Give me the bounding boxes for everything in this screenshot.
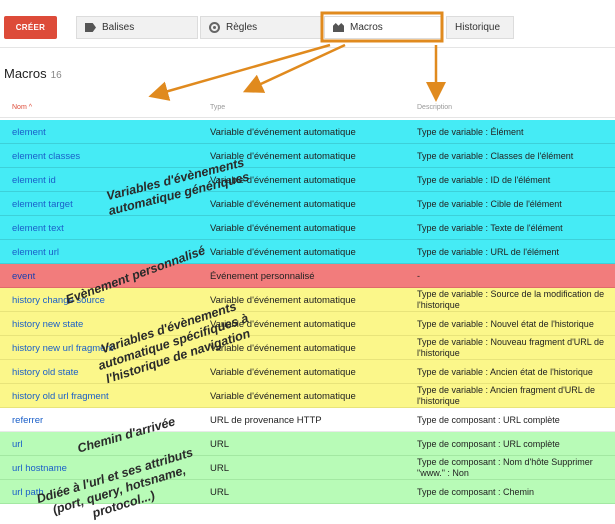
tab-label: Historique xyxy=(455,22,501,33)
tab-rules[interactable]: Règles xyxy=(200,16,322,39)
column-header-type[interactable]: Type xyxy=(210,104,225,111)
macro-type: URL de provenance HTTP xyxy=(210,414,322,426)
column-header-name[interactable]: Nom ^ xyxy=(12,104,32,111)
table-row[interactable]: element id Variable d'événement automatiq… xyxy=(0,168,615,192)
page-title-text: Macros xyxy=(4,66,47,81)
macro-type: Variable d'événement automatique xyxy=(210,198,356,210)
macro-type: URL xyxy=(210,462,230,474)
macro-name-link[interactable]: element classes xyxy=(12,144,202,168)
table-row[interactable]: history old url fragment Variable d'événe… xyxy=(0,384,615,408)
macro-description: Type de variable : Classes de l'élément xyxy=(417,150,574,161)
tab-label: Règles xyxy=(226,22,258,33)
macro-description: Type de composant : URL complète xyxy=(417,438,560,449)
rules-icon xyxy=(209,22,220,33)
macro-description: Type de variable : Cible de l'élément xyxy=(417,198,562,209)
macro-description: Type de variable : Ancien fragment d'URL… xyxy=(417,385,595,406)
macro-type: URL xyxy=(210,486,230,498)
macro-description: Type de composant : URL complète xyxy=(417,414,560,425)
macro-description: Type de variable : Source de la modifica… xyxy=(417,289,605,310)
macro-description: Type de variable : ID de l'élément xyxy=(417,174,551,185)
macro-count: 16 xyxy=(50,70,62,81)
macro-type: Variable d'événement automatique xyxy=(210,126,356,138)
table-row[interactable]: element classes Variable d'événement auto… xyxy=(0,144,615,168)
macro-type: Événement personnalisé xyxy=(210,270,315,282)
macro-type: Variable d'événement automatique xyxy=(210,246,356,258)
tab-history[interactable]: Historique xyxy=(446,16,514,39)
macro-description: Type de variable : Nouvel état de l'hist… xyxy=(417,318,594,329)
macro-type: Variable d'événement automatique xyxy=(210,222,356,234)
tab-macros[interactable]: Macros xyxy=(324,16,442,39)
macro-description: Type de variable : Nouveau fragment d'UR… xyxy=(417,337,604,358)
table-row[interactable]: history new state Variable d'événement au… xyxy=(0,312,615,336)
macro-description: Type de composant : Nom d'hôte Supprimer… xyxy=(417,457,593,478)
tab-label: Balises xyxy=(102,22,135,33)
arrow-to-type xyxy=(242,43,346,93)
table-row[interactable]: element Variable d'événement automatique T… xyxy=(0,120,615,144)
arrow-to-name xyxy=(148,43,331,101)
table-row[interactable]: history old state Variable d'événement au… xyxy=(0,360,615,384)
macro-description: Type de variable : Texte de l'élément xyxy=(417,222,563,233)
column-header-description[interactable]: Description xyxy=(417,104,452,111)
macro-icon xyxy=(333,23,344,32)
macro-type: Variable d'événement automatique xyxy=(210,390,356,402)
tab-label: Macros xyxy=(350,22,383,33)
macro-description: Type de variable : Élément xyxy=(417,126,524,137)
page-title: Macros 16 xyxy=(4,66,62,81)
macro-type: Variable d'événement automatique xyxy=(210,366,356,378)
macro-name-link[interactable]: element xyxy=(12,120,202,144)
create-button[interactable]: CRÉER xyxy=(4,16,57,39)
macro-type: URL xyxy=(210,438,230,450)
table-row[interactable]: element target Variable d'événement autom… xyxy=(0,192,615,216)
sort-up-icon: ^ xyxy=(28,104,33,111)
macro-description: Type de variable : URL de l'élément xyxy=(417,246,559,257)
table-row[interactable]: element url Variable d'événement automati… xyxy=(0,240,615,264)
macro-description: - xyxy=(417,270,420,281)
table-header: Nom ^ Type Description xyxy=(0,96,615,118)
table-row[interactable]: referrer URL de provenance HTTP Type de co… xyxy=(0,408,615,432)
tag-icon xyxy=(85,23,96,32)
macro-name-link[interactable]: element text xyxy=(12,216,202,240)
table-row[interactable]: element text Variable d'événement automat… xyxy=(0,216,615,240)
tab-tags[interactable]: Balises xyxy=(76,16,198,39)
toolbar: CRÉER Balises Règles Macros Historique xyxy=(0,0,615,48)
macro-description: Type de composant : Chemin xyxy=(417,486,535,497)
macro-description: Type de variable : Ancien état de l'hist… xyxy=(417,366,593,377)
